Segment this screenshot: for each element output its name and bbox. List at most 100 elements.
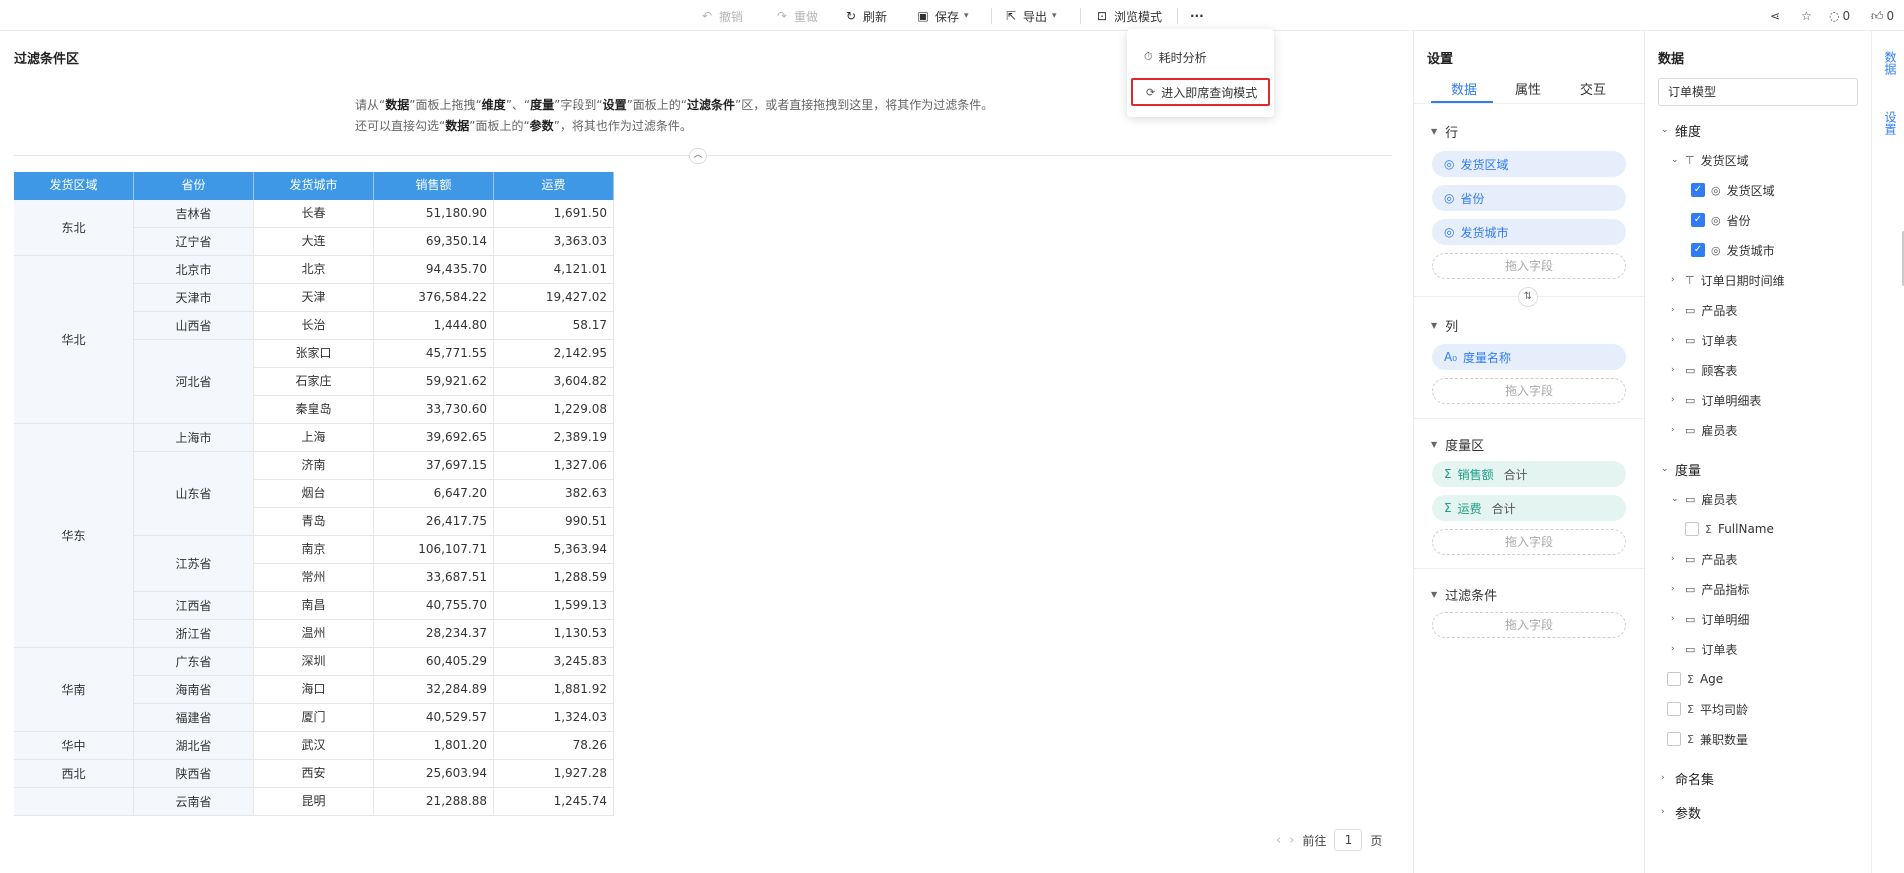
tree-item-field[interactable]: Σ FullName <box>1685 519 1774 539</box>
model-selector[interactable]: 订单模型 <box>1658 78 1858 106</box>
city-cell[interactable]: 常州 <box>254 564 374 592</box>
city-cell[interactable]: 厦门 <box>254 704 374 732</box>
province-cell[interactable]: 海南省 <box>134 676 254 704</box>
province-cell[interactable]: 吉林省 <box>134 200 254 228</box>
sales-cell[interactable]: 60,405.29 <box>374 648 494 676</box>
freight-cell[interactable]: 1,245.74 <box>494 788 614 816</box>
tree-group-parameters[interactable]: › 参数 <box>1661 802 1701 822</box>
rail-tab-data[interactable]: 数据 <box>1880 51 1898 75</box>
city-cell[interactable]: 青岛 <box>254 508 374 536</box>
freight-cell[interactable]: 4,121.01 <box>494 256 614 284</box>
province-cell[interactable]: 河北省 <box>134 340 254 424</box>
sales-cell[interactable]: 33,730.60 <box>374 396 494 424</box>
sales-cell[interactable]: 26,417.75 <box>374 508 494 536</box>
column-header[interactable]: 销售额 <box>374 172 494 200</box>
province-cell[interactable]: 陕西省 <box>134 760 254 788</box>
rail-tab-settings[interactable]: 设置 <box>1880 111 1898 135</box>
region-cell[interactable]: 东北 <box>14 200 134 256</box>
redo-button[interactable]: ↷ 重做 <box>775 7 818 25</box>
freight-cell[interactable]: 78.26 <box>494 732 614 760</box>
columns-drop-zone[interactable]: 拖入字段 <box>1432 378 1626 404</box>
freight-cell[interactable]: 1,324.03 <box>494 704 614 732</box>
row-field-pill[interactable]: ◎ 发货城市 <box>1432 219 1626 245</box>
city-cell[interactable]: 深圳 <box>254 648 374 676</box>
tree-item-folder[interactable]: › ▭ 产品指标 <box>1671 579 1749 599</box>
city-cell[interactable]: 长春 <box>254 200 374 228</box>
city-cell[interactable]: 南昌 <box>254 592 374 620</box>
tree-item-field[interactable]: ✓ ◎ 发货区域 <box>1691 180 1775 200</box>
collapse-filter-button[interactable]: ︿ <box>689 148 707 164</box>
province-cell[interactable]: 山东省 <box>134 452 254 536</box>
measure-field-pill[interactable]: Σ 运费 合计 <box>1432 495 1626 521</box>
sales-cell[interactable]: 94,435.70 <box>374 256 494 284</box>
freight-cell[interactable]: 1,327.06 <box>494 452 614 480</box>
more-button[interactable]: ··· <box>1190 7 1204 25</box>
city-cell[interactable]: 上海 <box>254 424 374 452</box>
freight-cell[interactable]: 1,288.59 <box>494 564 614 592</box>
tree-item-folder[interactable]: › ▭ 订单表 <box>1671 639 1737 659</box>
city-cell[interactable]: 张家口 <box>254 340 374 368</box>
city-cell[interactable]: 北京 <box>254 256 374 284</box>
tree-item-folder[interactable]: › ▭ 雇员表 <box>1671 420 1737 440</box>
tree-item-hierarchy[interactable]: › ⊤ 订单日期时间维 <box>1671 270 1785 290</box>
city-cell[interactable]: 济南 <box>254 452 374 480</box>
freight-cell[interactable]: 1,691.50 <box>494 200 614 228</box>
tab-interaction[interactable]: 交互 <box>1580 79 1606 98</box>
tree-item-field[interactable]: ✓ ◎ 省份 <box>1691 210 1751 230</box>
sales-cell[interactable]: 39,692.65 <box>374 424 494 452</box>
next-page-icon[interactable]: › <box>1289 833 1294 848</box>
column-header[interactable]: 发货城市 <box>254 172 374 200</box>
freight-cell[interactable]: 3,245.83 <box>494 648 614 676</box>
measure-field-pill[interactable]: Σ 销售额 合计 <box>1432 461 1626 487</box>
city-cell[interactable]: 天津 <box>254 284 374 312</box>
city-cell[interactable]: 温州 <box>254 620 374 648</box>
checkbox-unchecked[interactable] <box>1667 672 1681 686</box>
region-cell[interactable]: 华东 <box>14 424 134 648</box>
sales-cell[interactable]: 40,755.70 <box>374 592 494 620</box>
column-header[interactable]: 发货区域 <box>14 172 134 200</box>
undo-button[interactable]: ↶ 撤销 <box>700 7 743 25</box>
region-cell[interactable] <box>14 788 134 816</box>
row-field-pill[interactable]: ◎ 省份 <box>1432 185 1626 211</box>
save-button[interactable]: ▣ 保存 ▾ <box>916 7 968 25</box>
page-number-input[interactable]: 1 <box>1334 829 1363 851</box>
tree-group-dimensions[interactable]: ⌄ 维度 <box>1661 120 1701 140</box>
city-cell[interactable]: 秦皇岛 <box>254 396 374 424</box>
like-button[interactable]: 👍︎ 0 <box>1871 7 1894 25</box>
freight-cell[interactable]: 1,927.28 <box>494 760 614 788</box>
sales-cell[interactable]: 32,284.89 <box>374 676 494 704</box>
region-cell[interactable]: 华北 <box>14 256 134 424</box>
filter-section-title[interactable]: ▼ 过滤条件 <box>1431 585 1497 604</box>
province-cell[interactable]: 山西省 <box>134 312 254 340</box>
checkbox-checked[interactable]: ✓ <box>1691 243 1705 257</box>
province-cell[interactable]: 广东省 <box>134 648 254 676</box>
favorite-button[interactable]: ☆ <box>1801 7 1812 25</box>
freight-cell[interactable]: 5,363.94 <box>494 536 614 564</box>
freight-cell[interactable]: 3,604.82 <box>494 368 614 396</box>
menu-item-timing-analysis[interactable]: ⏱ 耗时分析 <box>1131 43 1270 71</box>
freight-cell[interactable]: 2,142.95 <box>494 340 614 368</box>
sales-cell[interactable]: 33,687.51 <box>374 564 494 592</box>
tree-item-folder[interactable]: › ▭ 产品表 <box>1671 300 1737 320</box>
tree-item-folder[interactable]: › ▭ 订单表 <box>1671 330 1737 350</box>
measure-section-title[interactable]: ▼ 度量区 <box>1431 435 1484 454</box>
tree-item-folder[interactable]: › ▭ 产品表 <box>1671 549 1737 569</box>
menu-item-adhoc-query[interactable]: ⟳ 进入即席查询模式 <box>1131 78 1270 106</box>
rows-drop-zone[interactable]: 拖入字段 <box>1432 253 1626 279</box>
tree-item-field[interactable]: ✓ ◎ 发货城市 <box>1691 240 1775 260</box>
city-cell[interactable]: 武汉 <box>254 732 374 760</box>
export-button[interactable]: ⇱ 导出 ▾ <box>1004 7 1057 25</box>
province-cell[interactable]: 江苏省 <box>134 536 254 592</box>
tree-item-folder[interactable]: › ▭ 顾客表 <box>1671 360 1737 380</box>
freight-cell[interactable]: 1,130.53 <box>494 620 614 648</box>
sales-cell[interactable]: 40,529.57 <box>374 704 494 732</box>
checkbox-checked[interactable]: ✓ <box>1691 183 1705 197</box>
province-cell[interactable]: 辽宁省 <box>134 228 254 256</box>
region-cell[interactable]: 华中 <box>14 732 134 760</box>
province-cell[interactable]: 上海市 <box>134 424 254 452</box>
province-cell[interactable]: 湖北省 <box>134 732 254 760</box>
column-header[interactable]: 运费 <box>494 172 614 200</box>
freight-cell[interactable]: 19,427.02 <box>494 284 614 312</box>
browse-mode-button[interactable]: ⊡ 浏览模式 <box>1095 7 1162 25</box>
tab-data[interactable]: 数据 <box>1451 79 1477 98</box>
